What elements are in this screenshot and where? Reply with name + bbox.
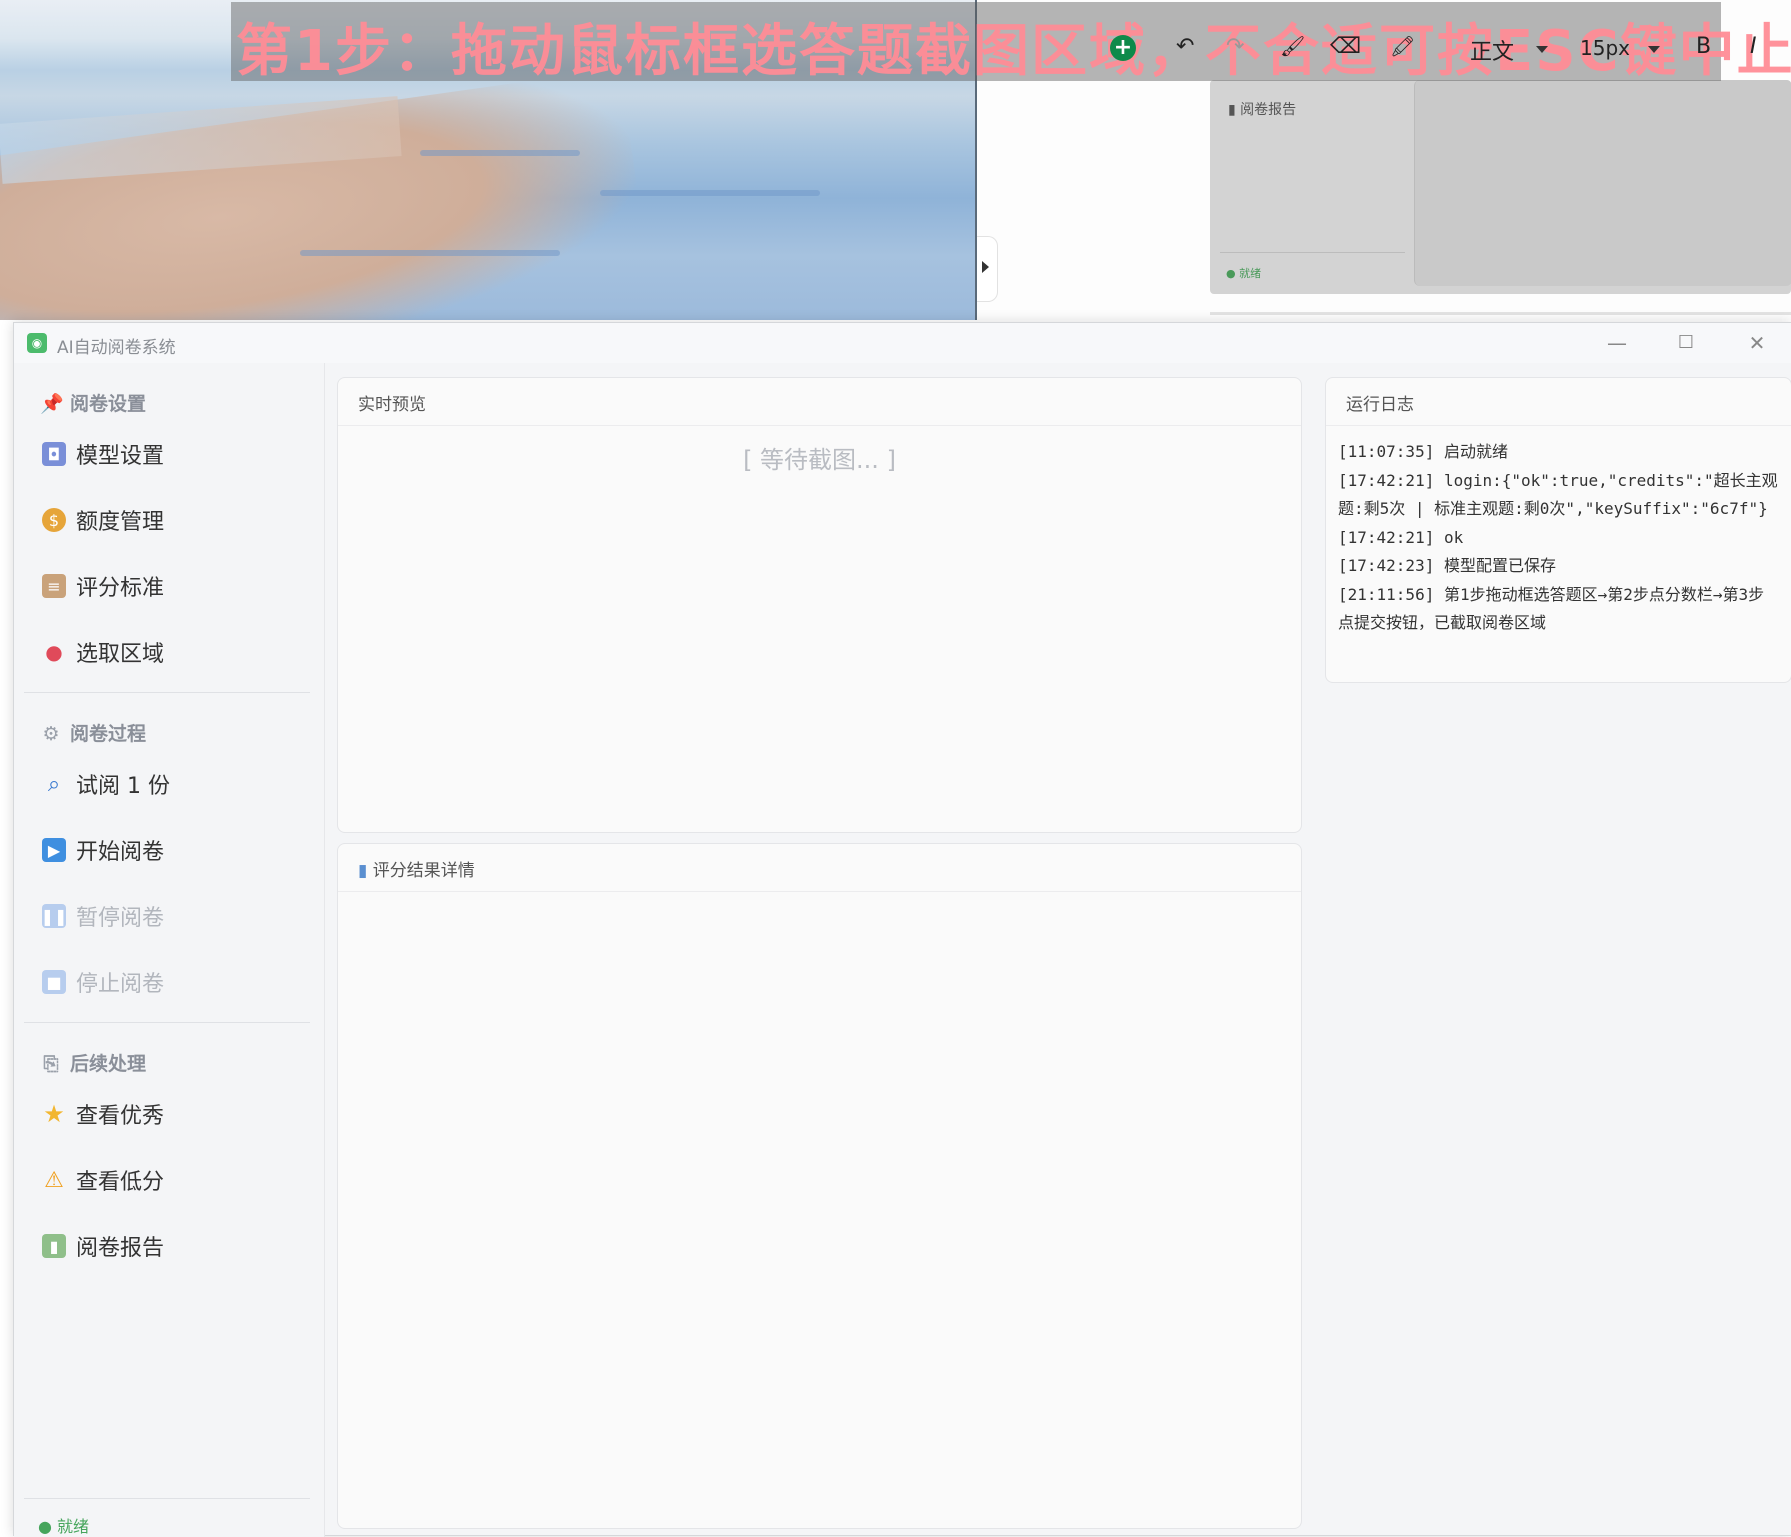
sidebar-item-report[interactable]: ▮ 阅卷报告 xyxy=(42,1226,164,1266)
stop-icon: ■ xyxy=(42,970,66,994)
app-logo-icon: ◉ xyxy=(27,333,47,353)
section-title-settings: 📌 阅卷设置 xyxy=(40,393,147,415)
log-line: [17:42:21] ok xyxy=(1338,527,1464,547)
preview-placeholder: [ 等待截图... ] xyxy=(743,446,896,474)
warning-icon: ⚠ xyxy=(44,1167,64,1193)
sidebar-item-excellent[interactable]: ★ 查看优秀 xyxy=(42,1094,164,1134)
paperclip-icon: ⎘ xyxy=(43,1053,59,1075)
magnifier-icon: ⌕ xyxy=(47,771,61,797)
log-line: [11:07:35] 启动就绪 xyxy=(1338,442,1508,461)
sidebar-divider xyxy=(24,692,310,693)
chart-icon: ▮ xyxy=(358,861,368,881)
sidebar-item-quota[interactable]: $ 额度管理 xyxy=(42,500,164,540)
status-indicator: ● 就绪 xyxy=(38,1517,90,1536)
redo-icon[interactable]: ↷ xyxy=(1226,34,1244,59)
pin-icon: 📌 xyxy=(40,393,64,415)
font-size-select[interactable]: 15px xyxy=(1580,36,1630,60)
sidebar-item-select-area[interactable]: ● 选取区域 xyxy=(42,632,164,672)
water-streak xyxy=(300,250,560,256)
water-streak xyxy=(600,190,820,196)
results-panel: ▮ 评分结果详情 xyxy=(337,843,1302,1529)
money-bag-icon: $ xyxy=(42,508,66,532)
title-bar: ◉ AI自动阅卷系统 — ☐ ✕ xyxy=(14,323,1791,363)
minimize-button[interactable]: — xyxy=(1597,329,1637,357)
log-line: [21:11:56] 第1步拖动框选答题区→第2步点分数栏→第3步点提交按钮，已… xyxy=(1338,584,1765,633)
window-title: AI自动阅卷系统 xyxy=(57,338,176,358)
text-style-select[interactable]: 正文 xyxy=(1470,34,1514,66)
sidebar-item-trial[interactable]: ⌕ 试阅 1 份 xyxy=(42,764,170,804)
thumbnail-status: ● 就绪 xyxy=(1226,267,1262,280)
sidebar-item-start[interactable]: ▶ 开始阅卷 xyxy=(42,830,164,870)
background-line xyxy=(1210,312,1791,315)
format-painter-icon[interactable]: 🖌 xyxy=(1280,34,1305,58)
caret-right-icon xyxy=(982,261,989,273)
log-line: [17:42:21] login:{"ok":true,"credits":"超… xyxy=(1338,470,1778,519)
sidebar-item-low-score[interactable]: ⚠ 查看低分 xyxy=(42,1160,164,1200)
section-title-followup: ⎘ 后续处理 xyxy=(40,1049,146,1076)
log-content: [11:07:35] 启动就绪 [17:42:21] login:{"ok":t… xyxy=(1338,438,1779,638)
highlighter-icon[interactable]: 🖍 xyxy=(1390,34,1415,58)
collapse-tab[interactable] xyxy=(977,236,998,302)
sidebar-item-stop[interactable]: ■ 停止阅卷 xyxy=(42,962,164,1002)
play-icon: ▶ xyxy=(42,838,66,862)
preview-title: 实时预览 xyxy=(338,378,1301,426)
map-pin-icon: ● xyxy=(45,640,63,664)
star-icon: ★ xyxy=(43,1100,65,1128)
robot-icon: ◘ xyxy=(42,442,66,466)
chart-icon: ▮ xyxy=(42,1234,66,1258)
thumbnail-content xyxy=(1414,80,1791,286)
thumbnail-separator xyxy=(1220,252,1405,253)
results-title: 评分结果详情 xyxy=(372,861,475,881)
sidebar-divider xyxy=(24,1498,310,1499)
thumbnail-report-label: ▮ 阅卷报告 xyxy=(1228,102,1297,118)
log-line: [17:42:23] 模型配置已保存 xyxy=(1338,556,1556,575)
preview-panel: 实时预览 [ 等待截图... ] xyxy=(337,377,1302,833)
gear-icon: ⚙ xyxy=(42,723,60,745)
background-app-thumbnail: ▮ 阅卷报告 ● 就绪 xyxy=(1210,80,1791,294)
sidebar-item-pause[interactable]: ❚❚ 暂停阅卷 xyxy=(41,896,164,936)
bold-button[interactable]: B xyxy=(1696,34,1711,59)
section-title-process: ⚙ 阅卷过程 xyxy=(40,719,146,746)
close-button[interactable]: ✕ xyxy=(1737,329,1777,357)
eraser-icon[interactable]: ⌫ xyxy=(1330,34,1361,59)
sidebar-item-model-settings[interactable]: ◘ 模型设置 xyxy=(42,434,164,474)
pause-icon: ❚❚ xyxy=(41,904,67,928)
chevron-down-icon[interactable] xyxy=(1536,46,1548,53)
sidebar-item-criteria[interactable]: ≡ 评分标准 xyxy=(42,566,164,606)
sidebar-divider xyxy=(24,1022,310,1023)
app-window: ◉ AI自动阅卷系统 — ☐ ✕ 📌 阅卷设置 ◘ 模型设置 $ 额度管理 ≡ 评分标准… xyxy=(13,322,1791,1537)
clipboard-icon: ≡ xyxy=(42,574,66,598)
maximize-button[interactable]: ☐ xyxy=(1666,329,1706,357)
editor-toolbar: + ↶ ↷ 🖌 ⌫ 🖍 正文 15px B I xyxy=(1100,22,1791,74)
log-panel: 运行日志 [11:07:35] 启动就绪 [17:42:21] login:{"… xyxy=(1325,377,1791,683)
water-streak xyxy=(420,150,580,156)
add-button[interactable]: + xyxy=(1110,35,1136,61)
log-title: 运行日志 xyxy=(1326,378,1791,426)
chevron-down-icon[interactable] xyxy=(1648,46,1660,53)
sidebar: 📌 阅卷设置 ◘ 模型设置 $ 额度管理 ≡ 评分标准 ● 选取区域 ⚙ 阅卷过程 ⌕ 试阅 … xyxy=(14,363,325,1537)
undo-icon[interactable]: ↶ xyxy=(1176,34,1194,59)
results-header: ▮ 评分结果详情 xyxy=(338,844,1301,892)
chart-icon: ▮ xyxy=(1228,102,1241,118)
italic-button[interactable]: I xyxy=(1750,34,1757,59)
